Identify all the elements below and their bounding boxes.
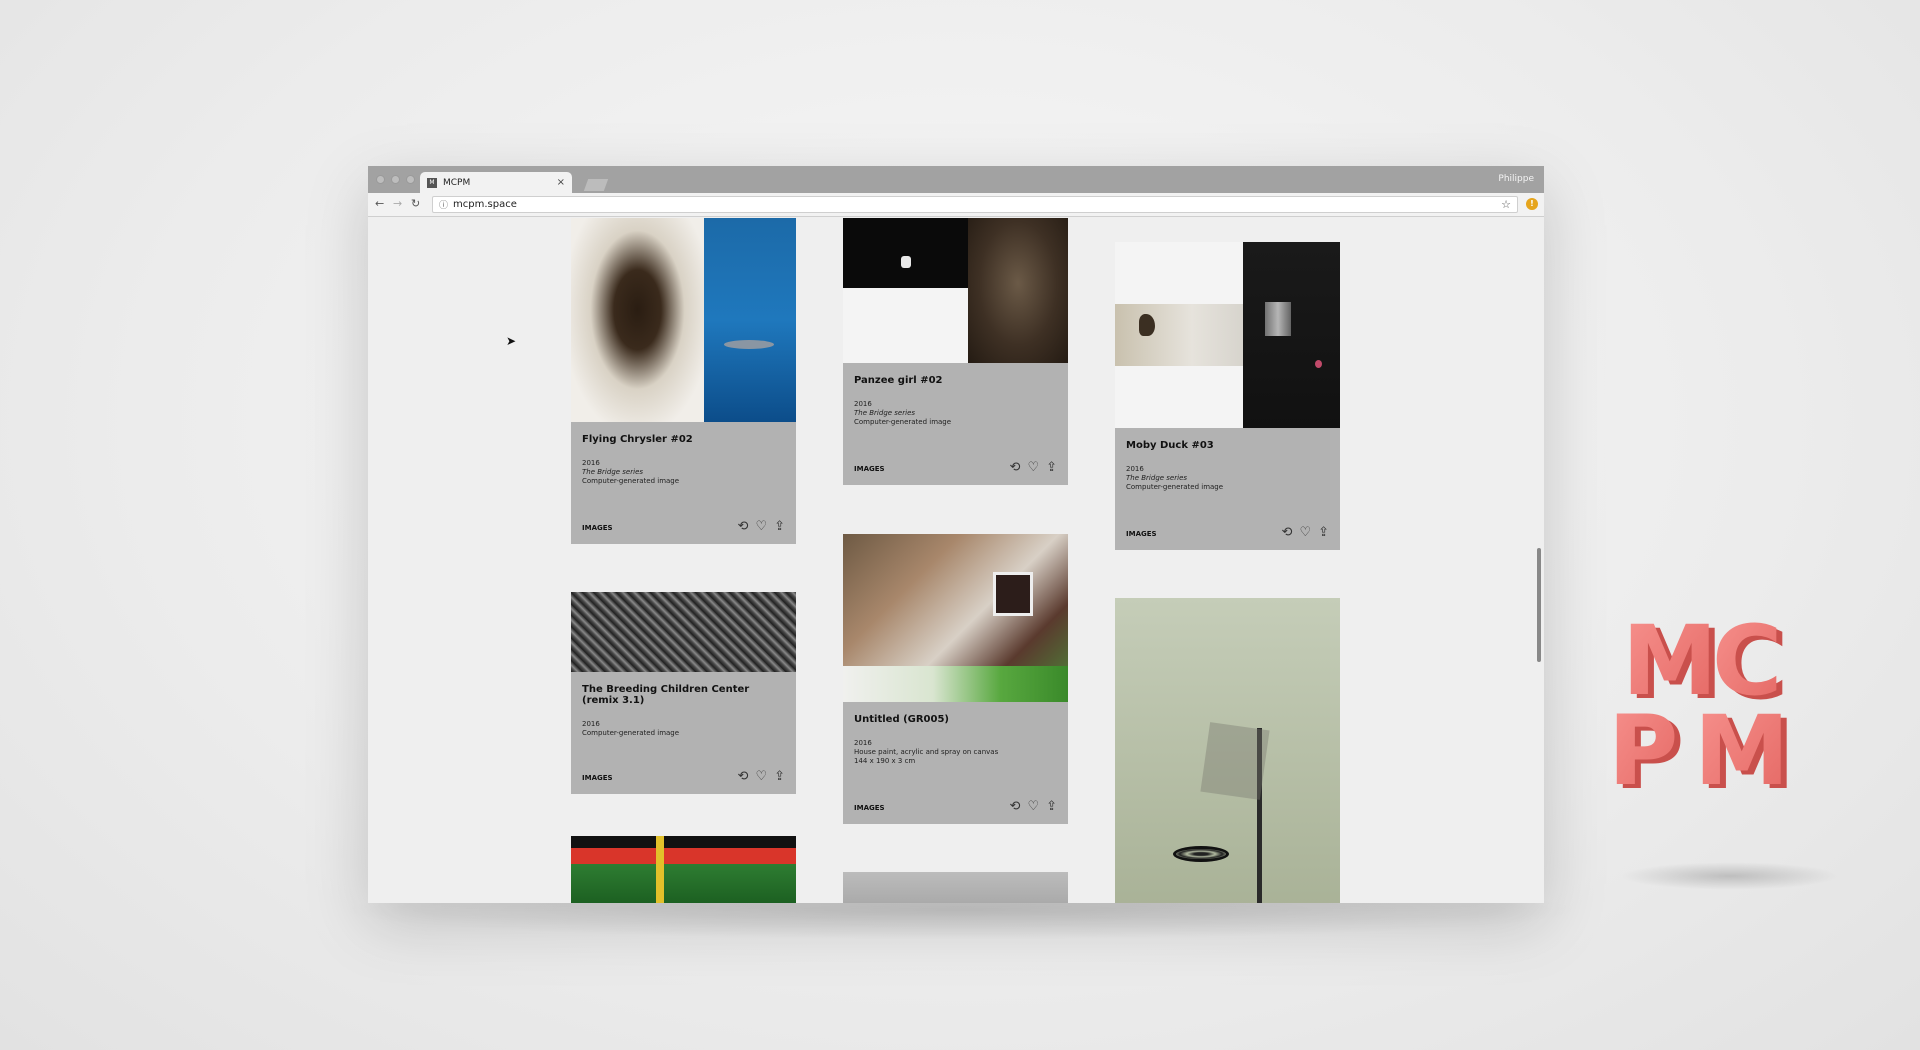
artwork-image[interactable] — [843, 534, 1068, 702]
artwork-info: 2016 The Bridge series Computer-generate… — [582, 459, 785, 486]
artwork-image[interactable] — [571, 592, 796, 672]
artwork-image[interactable] — [843, 218, 1068, 363]
artwork-actions: ⟲ ♡ ⇪ — [1282, 525, 1329, 540]
artwork-medium: House paint, acrylic and spray on canvas — [854, 748, 999, 756]
artwork-meta: The Breeding Children Center (remix 3.1)… — [571, 672, 796, 794]
mouse-cursor-icon: ➤ — [506, 334, 517, 348]
artwork-actions: ⟲ ♡ ⇪ — [738, 519, 785, 534]
artwork-meta: Panzee girl #02 2016 The Bridge series C… — [843, 363, 1068, 485]
artwork-card[interactable] — [571, 836, 796, 903]
browser-toolbar: ← → ↻ ⓘ mcpm.space ☆ ! — [368, 193, 1544, 217]
artwork-info: 2016 The Bridge series Computer-generate… — [854, 400, 1057, 427]
artwork-category[interactable]: IMAGES — [582, 774, 613, 782]
artwork-info: 2016 House paint, acrylic and spray on c… — [854, 739, 1057, 766]
tab-mcpm[interactable]: M MCPM × — [420, 172, 572, 193]
tab-title: MCPM — [443, 177, 471, 188]
logo-letter-p-face: P — [1608, 695, 1678, 800]
logo-shadow — [1620, 862, 1840, 890]
back-arrow-icon[interactable]: ← — [375, 197, 384, 210]
minimize-window-button[interactable] — [391, 175, 400, 184]
artwork-image[interactable] — [1115, 242, 1340, 428]
artwork-info: 2016 Computer-generated image — [582, 720, 785, 738]
share-icon[interactable]: ⇪ — [1046, 799, 1057, 814]
artwork-medium: Computer-generated image — [854, 418, 952, 426]
artwork-medium: Computer-generated image — [1126, 483, 1224, 491]
url-text: mcpm.space — [453, 199, 517, 210]
page-scrollbar[interactable] — [1537, 548, 1541, 662]
artwork-card[interactable]: Flying Chrysler #02 2016 The Bridge seri… — [571, 218, 796, 544]
artwork-card[interactable]: The Breeding Children Center (remix 3.1)… — [571, 592, 796, 794]
heart-icon[interactable]: ♡ — [1027, 799, 1039, 814]
artwork-card[interactable]: Panzee girl #02 2016 The Bridge series C… — [843, 218, 1068, 485]
artwork-medium: Computer-generated image — [582, 729, 680, 737]
new-tab-button[interactable] — [583, 179, 609, 191]
artwork-dimensions: 144 x 190 x 3 cm — [854, 757, 916, 765]
artwork-title[interactable]: Moby Duck #03 — [1126, 440, 1329, 451]
artwork-category[interactable]: IMAGES — [854, 465, 885, 473]
share-icon[interactable]: ⇪ — [774, 519, 785, 534]
profile-name[interactable]: Philippe — [1498, 174, 1534, 184]
artwork-actions: ⟲ ♡ ⇪ — [1010, 460, 1057, 475]
artwork-year: 2016 — [582, 720, 600, 728]
artwork-card[interactable] — [843, 872, 1068, 903]
heart-icon[interactable]: ♡ — [1299, 525, 1311, 540]
artwork-title[interactable]: Flying Chrysler #02 — [582, 434, 785, 445]
repost-icon[interactable]: ⟲ — [1282, 525, 1293, 540]
artwork-card[interactable]: Untitled (GR005) 2016 House paint, acryl… — [843, 534, 1068, 824]
artwork-series: The Bridge series — [582, 468, 644, 476]
artwork-medium: Computer-generated image — [582, 477, 680, 485]
artwork-meta: Flying Chrysler #02 2016 The Bridge seri… — [571, 422, 796, 544]
artwork-year: 2016 — [1126, 465, 1144, 473]
artwork-image[interactable] — [571, 836, 796, 903]
share-icon[interactable]: ⇪ — [1318, 525, 1329, 540]
browser-window: M MCPM × Philippe ← → ↻ ⓘ mcpm.space ☆ !… — [368, 166, 1544, 903]
artwork-meta: Untitled (GR005) 2016 House paint, acryl… — [843, 702, 1068, 824]
page-content: ➤ Flying Chrysler #02 2016 The Bridge se… — [368, 218, 1544, 903]
address-bar[interactable]: ⓘ mcpm.space ☆ — [432, 196, 1518, 213]
artwork-series: The Bridge series — [854, 409, 916, 417]
tab-close-icon[interactable]: × — [557, 177, 565, 188]
maximize-window-button[interactable] — [406, 175, 415, 184]
artwork-actions: ⟲ ♡ ⇪ — [738, 769, 785, 784]
artwork-image[interactable] — [843, 872, 1068, 903]
artwork-year: 2016 — [854, 739, 872, 747]
reload-icon[interactable]: ↻ — [411, 197, 420, 210]
extension-warning-icon[interactable]: ! — [1526, 198, 1538, 210]
site-info-icon[interactable]: ⓘ — [439, 198, 448, 211]
forward-arrow-icon[interactable]: → — [393, 197, 402, 210]
repost-icon[interactable]: ⟲ — [1010, 799, 1021, 814]
logo-letter-m-2-face: M — [1694, 695, 1790, 800]
mcpm-3d-logo: M C P M M C P M — [1608, 605, 1796, 800]
artwork-category[interactable]: IMAGES — [582, 524, 613, 532]
artwork-year: 2016 — [854, 400, 872, 408]
artwork-meta: Moby Duck #03 2016 The Bridge series Com… — [1115, 428, 1340, 550]
mcpm-favicon-icon: M — [427, 177, 437, 188]
artwork-category[interactable]: IMAGES — [854, 804, 885, 812]
repost-icon[interactable]: ⟲ — [738, 519, 749, 534]
artwork-title[interactable]: The Breeding Children Center (remix 3.1) — [582, 684, 785, 706]
artwork-category[interactable]: IMAGES — [1126, 530, 1157, 538]
share-icon[interactable]: ⇪ — [1046, 460, 1057, 475]
tab-bar: M MCPM × Philippe — [368, 166, 1544, 193]
close-window-button[interactable] — [376, 175, 385, 184]
heart-icon[interactable]: ♡ — [755, 769, 767, 784]
repost-icon[interactable]: ⟲ — [1010, 460, 1021, 475]
repost-icon[interactable]: ⟲ — [738, 769, 749, 784]
artwork-actions: ⟲ ♡ ⇪ — [1010, 799, 1057, 814]
artwork-year: 2016 — [582, 459, 600, 467]
artwork-card[interactable] — [1115, 598, 1340, 903]
artwork-series: The Bridge series — [1126, 474, 1188, 482]
heart-icon[interactable]: ♡ — [755, 519, 767, 534]
bookmark-star-icon[interactable]: ☆ — [1501, 198, 1511, 211]
window-controls — [376, 175, 415, 184]
artwork-image[interactable] — [1115, 598, 1340, 903]
artwork-title[interactable]: Panzee girl #02 — [854, 375, 1057, 386]
artwork-title[interactable]: Untitled (GR005) — [854, 714, 1057, 725]
artwork-info: 2016 The Bridge series Computer-generate… — [1126, 465, 1329, 492]
heart-icon[interactable]: ♡ — [1027, 460, 1039, 475]
artwork-card[interactable]: Moby Duck #03 2016 The Bridge series Com… — [1115, 242, 1340, 550]
artwork-image[interactable] — [571, 218, 796, 422]
share-icon[interactable]: ⇪ — [774, 769, 785, 784]
